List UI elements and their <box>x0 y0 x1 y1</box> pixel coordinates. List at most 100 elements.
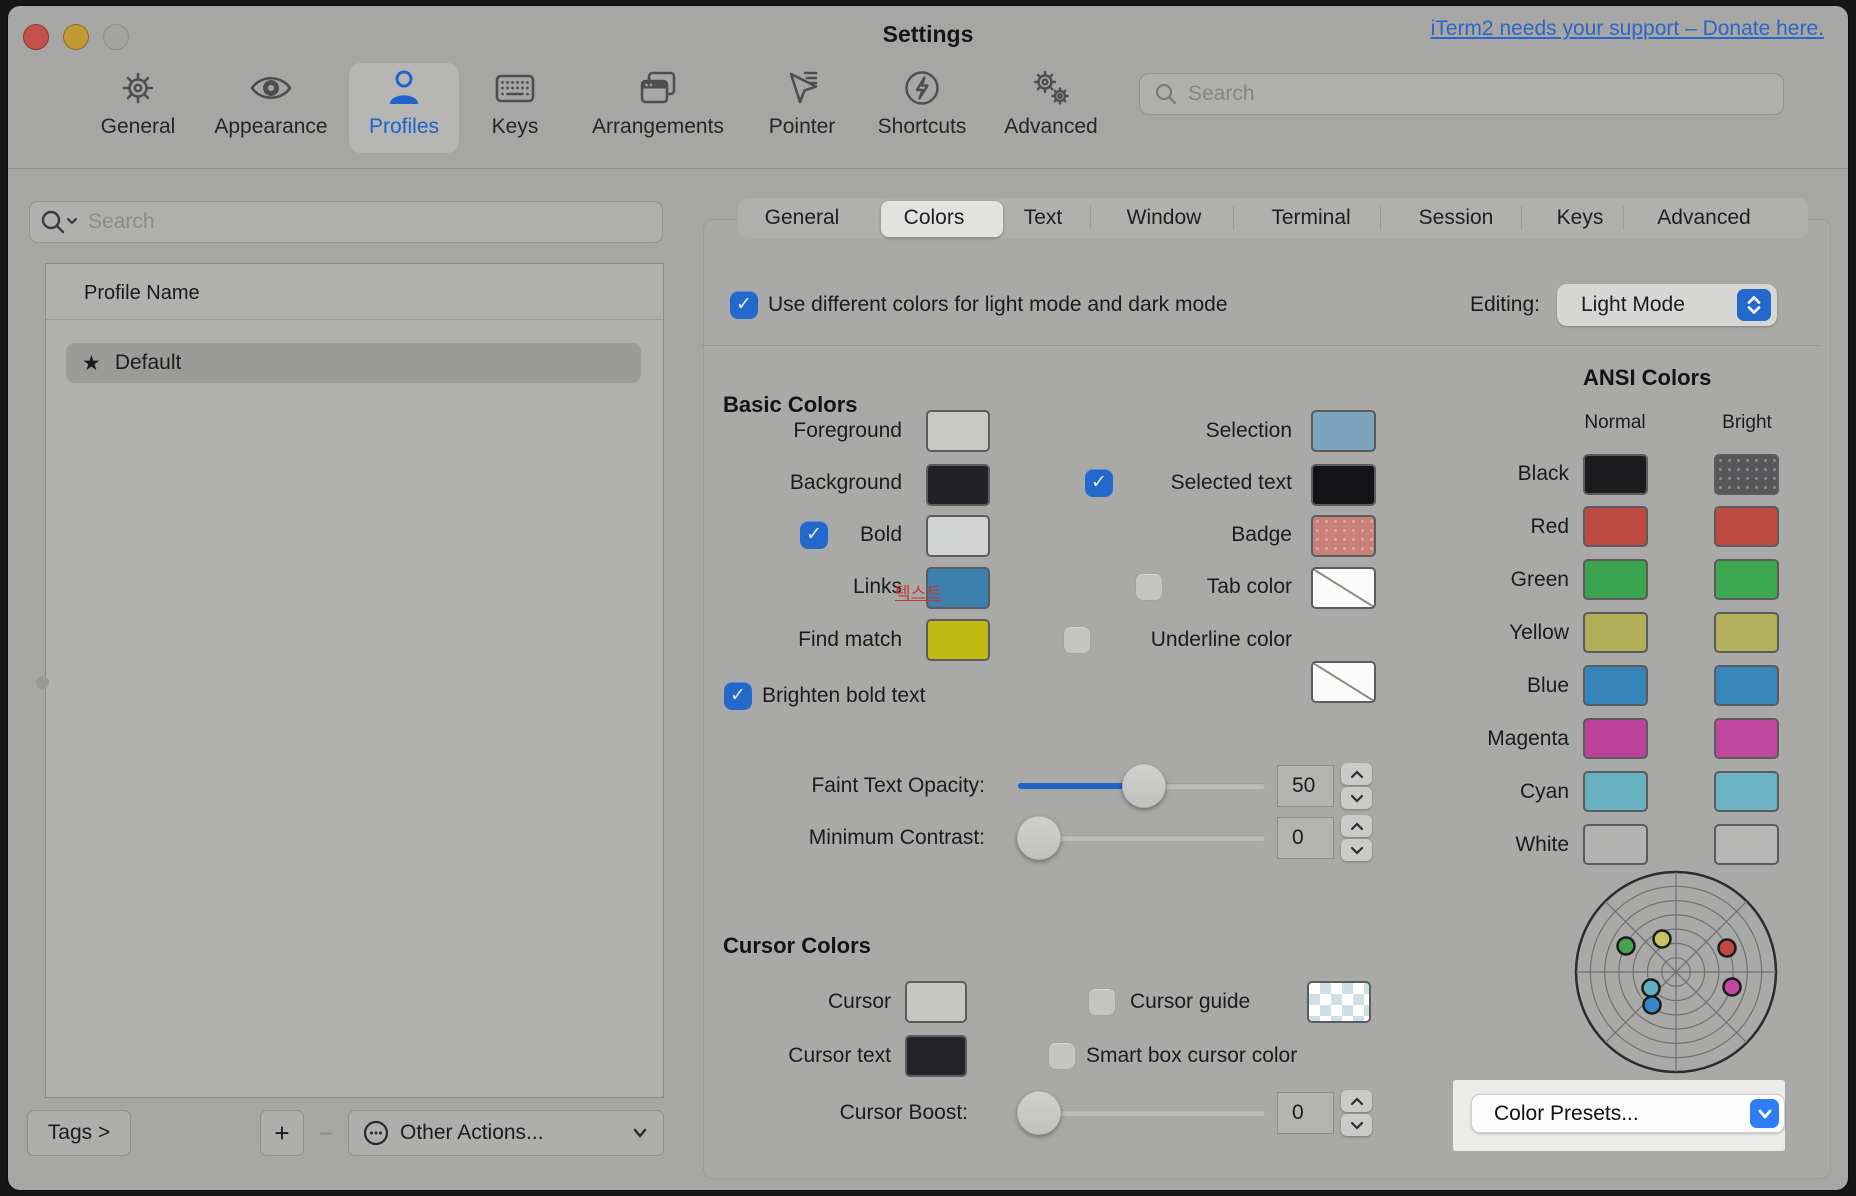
badge-color-well[interactable] <box>1311 515 1376 557</box>
min-contrast-stepper[interactable] <box>1341 815 1372 861</box>
cursor-boost-value[interactable]: 0 <box>1277 1092 1334 1134</box>
settings-window: Settings iTerm2 needs your support – Don… <box>8 6 1848 1190</box>
ansi-green-normal-well[interactable] <box>1583 559 1648 600</box>
profile-list: Profile Name ★ Default <box>45 263 664 1098</box>
toolbar-item-arrangements[interactable]: Arrangements <box>578 62 738 154</box>
cursor-boost-label: Cursor Boost: <box>688 1099 968 1127</box>
cursor-boost-slider-knob[interactable] <box>1017 1091 1061 1135</box>
selected-text-color-well[interactable] <box>1311 464 1376 506</box>
tab-general[interactable]: General <box>742 204 862 232</box>
toolbar-item-label: Advanced <box>971 114 1131 140</box>
ansi-bright-header: Bright <box>1697 412 1797 434</box>
tab-colors[interactable]: Colors <box>874 204 994 232</box>
ansi-yellow-bright-well[interactable] <box>1714 612 1779 653</box>
wheel-dot-green[interactable] <box>1618 938 1635 955</box>
ansi-cyan-bright-well[interactable] <box>1714 771 1779 812</box>
cursor-text-color-well[interactable] <box>905 1035 967 1077</box>
bold-label: Bold <box>662 521 902 549</box>
ansi-cyan-normal-well[interactable] <box>1583 771 1648 812</box>
min-contrast-slider-knob[interactable] <box>1017 816 1061 860</box>
cursor-guide-checkbox[interactable] <box>1088 988 1116 1016</box>
ansi-magenta-label: Magenta <box>1369 725 1569 753</box>
tab-separator <box>1380 206 1381 230</box>
brighten-bold-checkbox[interactable]: ✓ <box>724 682 752 710</box>
toolbar-item-advanced[interactable]: Advanced <box>971 62 1131 154</box>
search-filter-icon <box>40 209 80 235</box>
ansi-magenta-bright-well[interactable] <box>1714 718 1779 759</box>
tab-color-well[interactable] <box>1311 567 1376 609</box>
toolbar-search-input[interactable]: Search <box>1139 73 1784 115</box>
ansi-red-normal-well[interactable] <box>1583 506 1648 547</box>
search-placeholder: Search <box>1188 82 1255 106</box>
ansi-black-bright-well[interactable] <box>1714 454 1779 495</box>
wheel-dot-cyan[interactable] <box>1643 980 1660 997</box>
ansi-blue-bright-well[interactable] <box>1714 665 1779 706</box>
underline-color-well[interactable] <box>1311 661 1376 703</box>
foreground-label: Foreground <box>662 417 902 445</box>
underline-color-label: Underline color <box>1052 626 1292 654</box>
toolbar-item-label: Keys <box>435 114 595 140</box>
toolbar-item-label: Arrangements <box>578 114 738 140</box>
wheel-dot-yellow[interactable] <box>1654 931 1671 948</box>
wheel-dot-blue[interactable] <box>1644 997 1661 1014</box>
popup-stepper-icon <box>1737 289 1771 321</box>
ansi-white-normal-well[interactable] <box>1583 824 1648 865</box>
smart-box-checkbox[interactable] <box>1048 1042 1076 1070</box>
faint-opacity-stepper[interactable] <box>1341 763 1372 809</box>
faint-opacity-slider-knob[interactable] <box>1122 764 1166 808</box>
window-edge-dot <box>36 676 49 689</box>
color-wheel[interactable] <box>1571 867 1781 1083</box>
color-presets-dropdown[interactable]: Color Presets... <box>1471 1094 1785 1133</box>
section-divider <box>700 345 1820 346</box>
color-presets-label: Color Presets... <box>1494 1102 1639 1126</box>
profile-row-default[interactable]: ★ Default <box>66 343 641 383</box>
remove-profile-button[interactable]: − <box>306 1110 346 1156</box>
profile-search-input[interactable]: Search <box>29 201 663 243</box>
tab-text[interactable]: Text <box>983 204 1103 232</box>
tab-separator <box>1090 206 1091 230</box>
tab-separator <box>1623 206 1624 230</box>
ansi-green-bright-well[interactable] <box>1714 559 1779 600</box>
background-color-well[interactable] <box>926 464 990 506</box>
ansi-blue-normal-well[interactable] <box>1583 665 1648 706</box>
add-profile-button[interactable]: + <box>260 1110 304 1156</box>
cursor-boost-stepper[interactable] <box>1341 1090 1372 1136</box>
donate-link[interactable]: iTerm2 needs your support – Donate here. <box>1431 17 1824 41</box>
ansi-black-normal-well[interactable] <box>1583 454 1648 495</box>
ansi-magenta-normal-well[interactable] <box>1583 718 1648 759</box>
ansi-normal-header: Normal <box>1565 412 1665 434</box>
tab-terminal[interactable]: Terminal <box>1251 204 1371 232</box>
ansi-red-bright-well[interactable] <box>1714 506 1779 547</box>
find-match-color-well[interactable] <box>926 619 990 661</box>
tab-session[interactable]: Session <box>1396 204 1516 232</box>
toolbar-item-keys[interactable]: Keys <box>435 62 595 154</box>
windows-icon <box>578 62 738 114</box>
tab-keys[interactable]: Keys <box>1520 204 1640 232</box>
min-contrast-value[interactable]: 0 <box>1277 817 1334 859</box>
ansi-yellow-normal-well[interactable] <box>1583 612 1648 653</box>
ansi-white-label: White <box>1369 831 1569 859</box>
cursor-guide-color-well[interactable] <box>1307 981 1371 1023</box>
foreground-color-well[interactable] <box>926 410 990 452</box>
different-colors-checkbox[interactable]: ✓ <box>730 291 758 319</box>
ansi-blue-label: Blue <box>1369 672 1569 700</box>
tab-window[interactable]: Window <box>1104 204 1224 232</box>
other-actions-dropdown[interactable]: Other Actions... <box>348 1110 664 1156</box>
cursor-guide-label: Cursor guide <box>1130 988 1250 1016</box>
wheel-dot-red[interactable] <box>1719 940 1736 957</box>
wheel-dot-magenta[interactable] <box>1724 979 1741 996</box>
bold-color-well[interactable] <box>926 515 990 557</box>
profile-list-header: Profile Name <box>84 279 200 307</box>
cursor-color-well[interactable] <box>905 981 967 1023</box>
editing-mode-dropdown[interactable]: Light Mode <box>1557 284 1777 326</box>
star-icon: ★ <box>82 351 101 376</box>
find-match-label: Find match <box>662 626 902 654</box>
ansi-cyan-label: Cyan <box>1369 778 1569 806</box>
tags-button[interactable]: Tags > <box>27 1110 131 1156</box>
tab-advanced[interactable]: Advanced <box>1644 204 1764 232</box>
selection-label: Selection <box>1052 417 1292 445</box>
selection-color-well[interactable] <box>1311 410 1376 452</box>
badge-label: Badge <box>1052 521 1292 549</box>
faint-opacity-value[interactable]: 50 <box>1277 765 1334 807</box>
ansi-white-bright-well[interactable] <box>1714 824 1779 865</box>
